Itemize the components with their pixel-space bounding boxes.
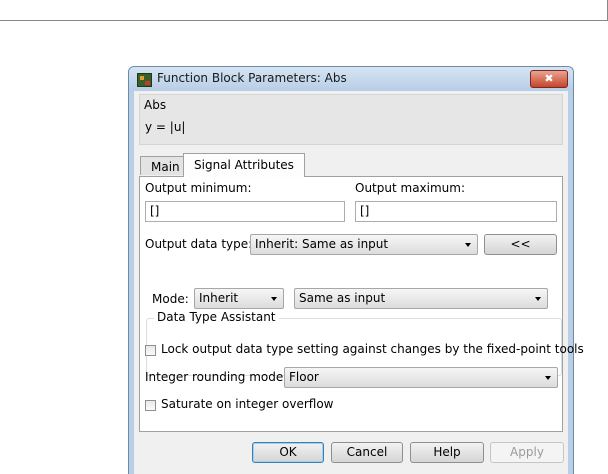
cancel-button[interactable]: Cancel [331,442,403,463]
chevron-down-icon [545,376,551,380]
lock-output-type-checkbox[interactable] [145,345,156,356]
output-maximum-label: Output maximum: [355,181,466,195]
help-button[interactable]: Help [410,442,484,463]
block-parameters-dialog: Function Block Parameters: Abs ✖ Abs y =… [128,66,584,474]
integer-rounding-mode-value: Floor [289,370,319,384]
data-type-assistant-toggle-button[interactable]: << [484,234,557,255]
title-bar[interactable]: Function Block Parameters: Abs ✖ [129,67,573,91]
inherit-rule-select[interactable]: Same as input [294,288,548,309]
integer-rounding-mode-label: Integer rounding mode: [145,370,288,384]
close-button[interactable]: ✖ [530,70,568,88]
integer-rounding-mode-select[interactable]: Floor [284,367,558,388]
inherit-rule-value: Same as input [299,291,386,305]
dialog-body: Abs y = |u| Main Signal Attributes Outpu… [134,91,584,474]
data-type-assistant-title: Data Type Assistant [154,310,279,324]
mode-label: Mode: [152,292,189,306]
background-window-edge [0,0,608,21]
lock-output-type-label: Lock output data type setting against ch… [161,342,584,356]
simulink-app-icon [137,73,152,87]
chevron-down-icon [535,297,541,301]
chevron-down-icon [271,297,277,301]
output-minimum-field[interactable]: [] [145,201,345,222]
chevron-down-icon [465,243,471,247]
block-description: y = |u| [145,120,186,134]
tab-signal-attributes[interactable]: Signal Attributes [183,153,305,177]
close-icon: ✖ [544,72,554,85]
signal-attributes-panel: Output minimum: [] Output maximum: [] Ou… [139,176,584,432]
saturate-overflow-label: Saturate on integer overflow [161,397,334,411]
block-name: Abs [144,98,167,112]
mode-select[interactable]: Inherit [194,288,284,309]
apply-button[interactable]: Apply [490,442,564,463]
output-minimum-label: Output minimum: [145,181,252,195]
output-data-type-label: Output data type: [145,237,253,251]
saturate-overflow-checkbox[interactable] [145,400,156,411]
output-maximum-field[interactable]: [] [355,201,557,222]
ok-button[interactable]: OK [252,442,324,463]
mode-value: Inherit [199,291,239,305]
output-data-type-value: Inherit: Same as input [255,237,389,251]
block-description-group: Abs y = |u| [139,94,563,145]
output-data-type-select[interactable]: Inherit: Same as input [250,234,478,255]
window-title: Function Block Parameters: Abs [157,71,347,85]
